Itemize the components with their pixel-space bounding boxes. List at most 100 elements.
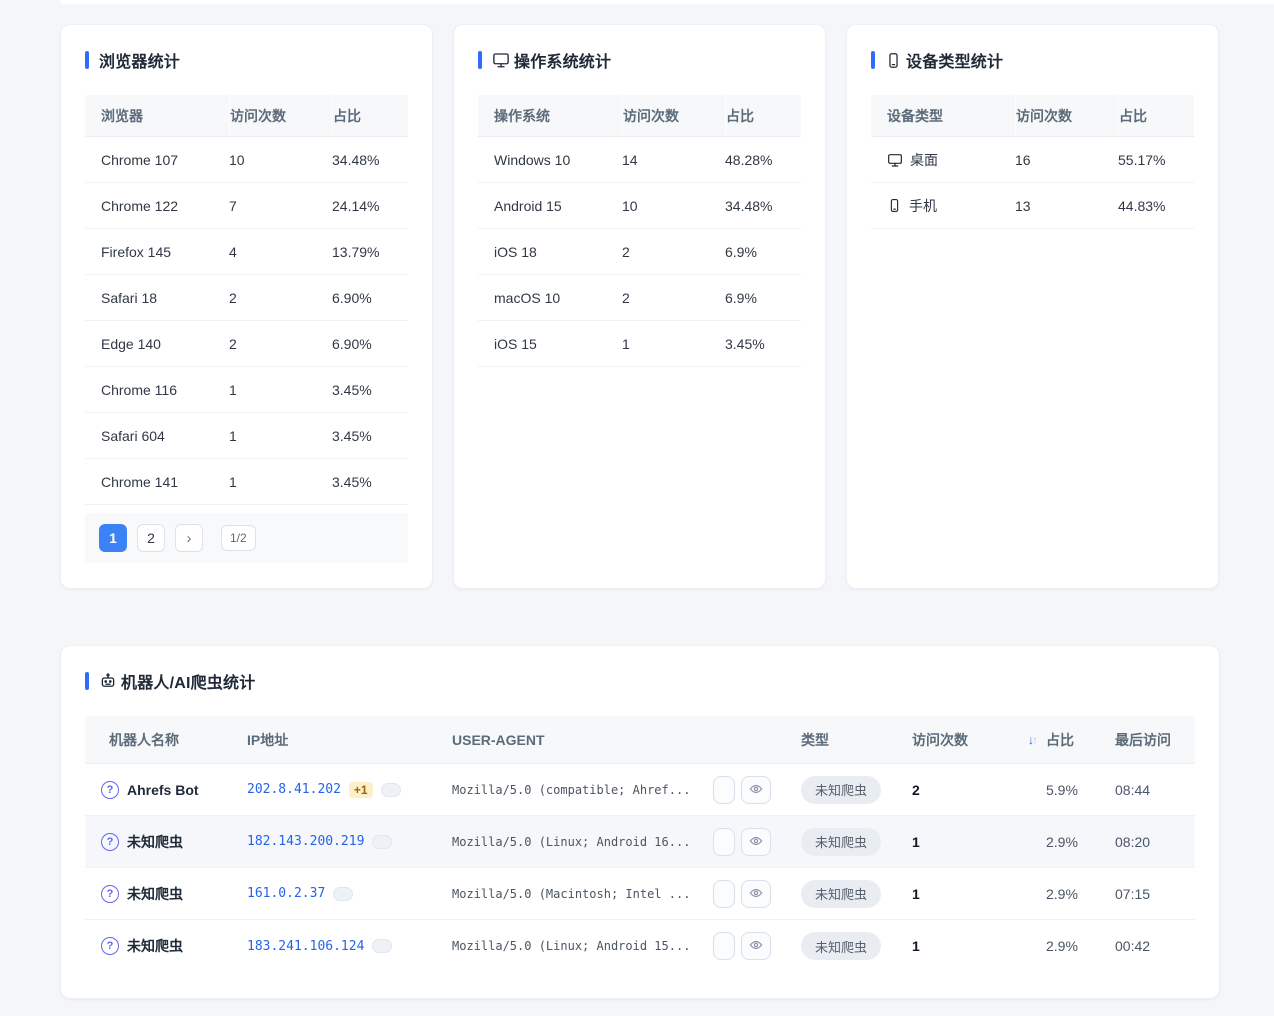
- percentage: 6.90%: [332, 336, 410, 352]
- device-table-header: 设备类型 访问次数 占比: [871, 95, 1194, 137]
- percentage: 34.48%: [332, 152, 410, 168]
- percentage: 3.45%: [332, 474, 410, 490]
- ua-actions: [713, 932, 771, 960]
- table-row: ? 未知爬虫 183.241.106.124 Mozilla/5.0 (Linu…: [85, 920, 1195, 972]
- copy-button[interactable]: [713, 776, 735, 804]
- view-button[interactable]: [741, 880, 771, 908]
- user-agent-cell: Mozilla/5.0 (compatible; Ahref...: [452, 776, 801, 804]
- table-row: Chrome 1071034.48%: [85, 137, 408, 183]
- visit-count: 1: [229, 428, 332, 444]
- eye-icon: [749, 834, 763, 850]
- view-button[interactable]: [741, 776, 771, 804]
- last-visit-time: 00:42: [1115, 938, 1197, 954]
- ip-link[interactable]: 161.0.2.37: [247, 886, 325, 901]
- bot-table-header: 机器人名称 IP地址 USER-AGENT 类型 访问次数 ↓↑ 占比 最后访问: [85, 716, 1195, 764]
- bot-name: 未知爬虫: [127, 884, 183, 904]
- ip-link[interactable]: 182.143.200.219: [247, 834, 364, 849]
- table-row: Android 151034.48%: [478, 183, 801, 229]
- visit-count: 2: [622, 244, 725, 260]
- question-icon: ?: [101, 781, 119, 799]
- visit-count: 2: [229, 290, 332, 306]
- flag-placeholder: [381, 783, 401, 797]
- browser-card-header: 浏览器统计: [85, 49, 408, 71]
- os-name: macOS 10: [478, 290, 622, 306]
- visit-count: 1: [912, 886, 1046, 902]
- browser-name: Edge 140: [85, 336, 229, 352]
- title-accent-bar: [478, 51, 482, 69]
- user-agent-cell: Mozilla/5.0 (Linux; Android 16...: [452, 828, 801, 856]
- type-cell: 未知爬虫: [801, 932, 912, 960]
- ip-link[interactable]: 183.241.106.124: [247, 939, 364, 954]
- visit-count: 1: [912, 938, 1046, 954]
- table-row: 桌面 16 55.17%: [871, 137, 1194, 183]
- col-visits-label: 访问次数: [912, 730, 968, 750]
- browser-name: Firefox 145: [85, 244, 229, 260]
- page-button-2[interactable]: 2: [137, 524, 165, 552]
- os-card-title-text: 操作系统统计: [514, 48, 611, 72]
- col-os: 操作系统: [478, 95, 622, 136]
- eye-icon: [749, 886, 763, 902]
- ip-link[interactable]: 202.8.41.202: [247, 782, 341, 797]
- user-agent-cell: Mozilla/5.0 (Macintosh; Intel ...: [452, 880, 801, 908]
- user-agent-text: Mozilla/5.0 (Linux; Android 15...: [452, 939, 690, 953]
- visit-count: 7: [229, 198, 332, 214]
- copy-button[interactable]: [713, 880, 735, 908]
- col-pct: 占比: [1118, 95, 1196, 136]
- ip-cell: 182.143.200.219: [247, 834, 452, 849]
- last-visit-time: 08:44: [1115, 782, 1197, 798]
- col-visits-sortable: 访问次数 ↓↑: [912, 730, 1046, 750]
- visit-count: 2: [622, 290, 725, 306]
- type-badge: 未知爬虫: [801, 828, 881, 856]
- table-row: Safari 1826.90%: [85, 275, 408, 321]
- table-row: macOS 1026.9%: [478, 275, 801, 321]
- title-accent-bar: [871, 51, 875, 69]
- percentage: 6.9%: [725, 244, 803, 260]
- col-type: 类型: [801, 730, 912, 750]
- view-button[interactable]: [741, 932, 771, 960]
- browser-name: Chrome 122: [85, 198, 229, 214]
- bot-name-cell: ? Ahrefs Bot: [85, 781, 247, 799]
- col-user-agent: USER-AGENT: [452, 732, 801, 748]
- os-name: iOS 15: [478, 336, 622, 352]
- ip-cell: 183.241.106.124: [247, 939, 452, 954]
- visit-count: 14: [622, 152, 725, 168]
- next-page-button[interactable]: ›: [175, 524, 203, 552]
- visit-count: 2: [229, 336, 332, 352]
- percentage: 3.45%: [332, 428, 410, 444]
- os-name: Android 15: [478, 198, 622, 214]
- table-row: ? 未知爬虫 161.0.2.37 Mozilla/5.0 (Macintosh…: [85, 868, 1195, 920]
- sort-icon[interactable]: ↓↑: [1028, 734, 1036, 746]
- copy-button[interactable]: [713, 932, 735, 960]
- browser-card-title: 浏览器统计: [99, 48, 180, 72]
- type-badge: 未知爬虫: [801, 932, 881, 960]
- visit-count: 16: [1015, 152, 1118, 168]
- user-agent-text: Mozilla/5.0 (Macintosh; Intel ...: [452, 887, 690, 901]
- sort-asc-arrow: ↑: [1032, 733, 1036, 747]
- os-stats-card: 操作系统统计 操作系统 访问次数 占比 Windows 101448.28% A…: [453, 24, 826, 589]
- percentage: 5.9%: [1046, 782, 1115, 798]
- table-row: iOS 1513.45%: [478, 321, 801, 367]
- table-row: Edge 14026.90%: [85, 321, 408, 367]
- table-row: Windows 101448.28%: [478, 137, 801, 183]
- bot-name-cell: ? 未知爬虫: [85, 884, 247, 904]
- question-icon: ?: [101, 885, 119, 903]
- eye-icon: [749, 782, 763, 798]
- col-pct: 占比: [725, 95, 803, 136]
- percentage: 2.9%: [1046, 938, 1115, 954]
- percentage: 2.9%: [1046, 886, 1115, 902]
- view-button[interactable]: [741, 828, 771, 856]
- table-row: ? Ahrefs Bot 202.8.41.202 +1 Mozilla/5.0…: [85, 764, 1195, 816]
- bot-name: 未知爬虫: [127, 936, 183, 956]
- bot-card-header: 机器人/AI爬虫统计: [85, 670, 1195, 692]
- copy-button[interactable]: [713, 828, 735, 856]
- last-visit-time: 08:20: [1115, 834, 1197, 850]
- percentage: 24.14%: [332, 198, 410, 214]
- os-card-header: 操作系统统计: [478, 49, 801, 71]
- os-name: Windows 10: [478, 152, 622, 168]
- ip-cell: 161.0.2.37: [247, 886, 452, 901]
- browser-name: Chrome 116: [85, 382, 229, 398]
- bot-card-title: 机器人/AI爬虫统计: [99, 669, 255, 693]
- title-accent-bar: [85, 51, 89, 69]
- page-button-1[interactable]: 1: [99, 524, 127, 552]
- percentage: 6.9%: [725, 290, 803, 306]
